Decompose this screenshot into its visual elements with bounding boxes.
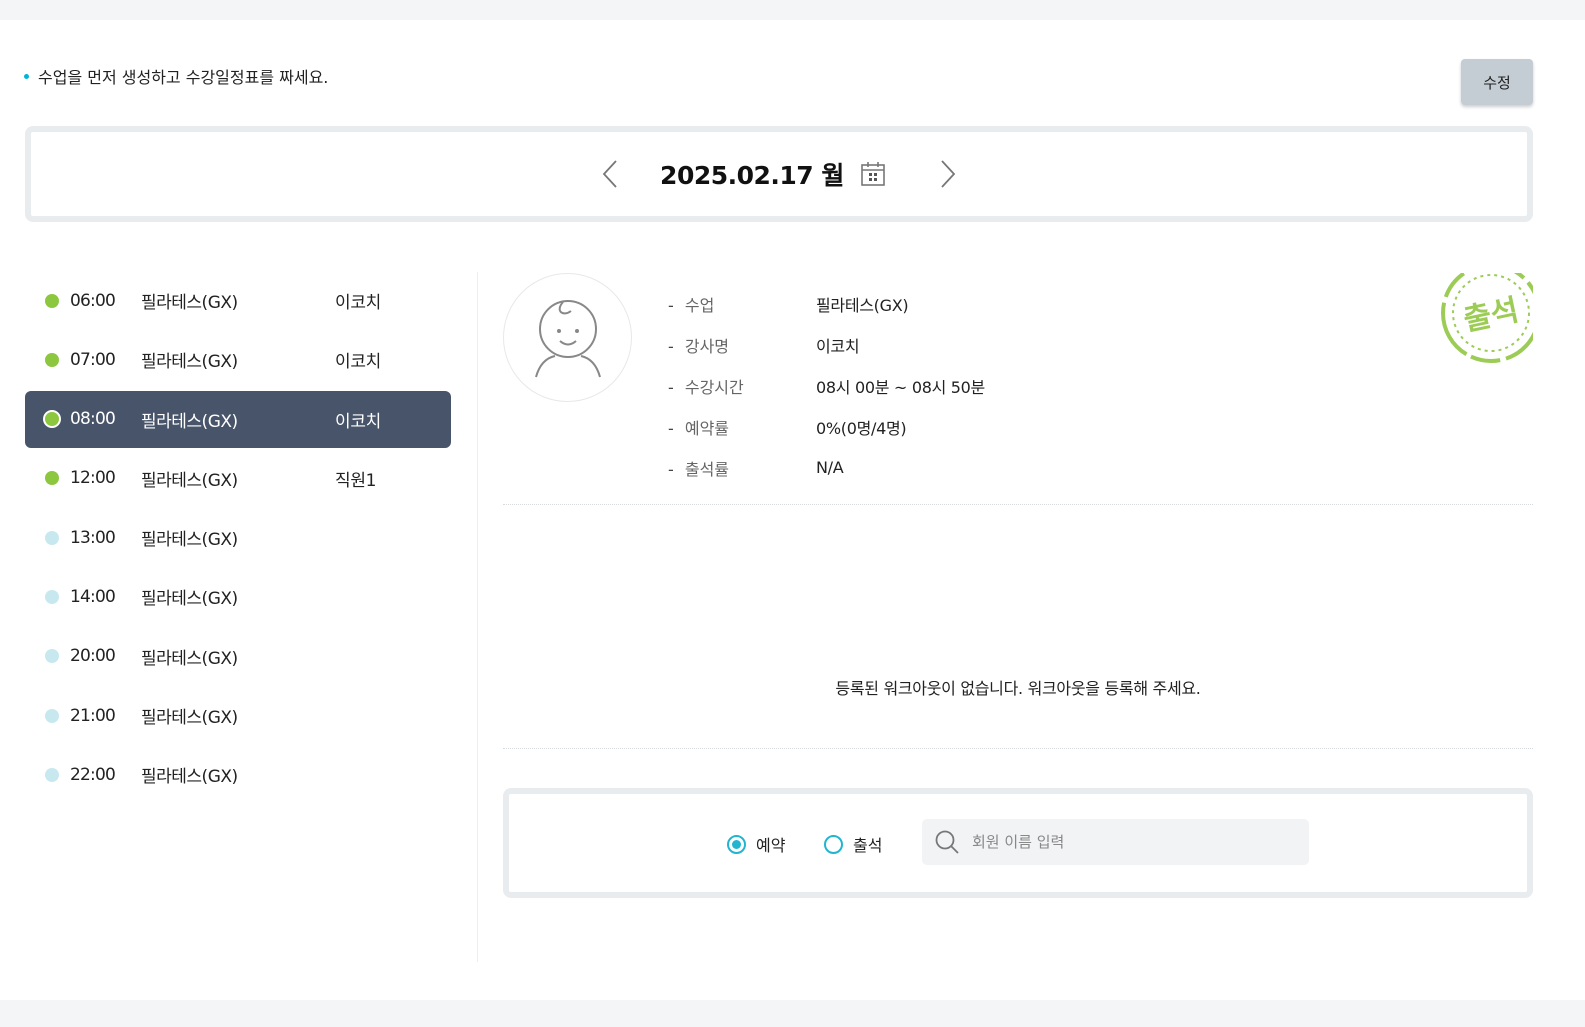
- date-navigator: 2025.02.17 월: [25, 126, 1533, 222]
- schedule-class: 필라테스(GX): [141, 293, 238, 313]
- schedule-row[interactable]: 08:00 필라테스(GX) 이코치: [25, 390, 451, 448]
- detail-value: N/A: [816, 458, 844, 477]
- detail-label: 수강시간: [668, 374, 816, 398]
- schedule-row[interactable]: 21:00 필라테스(GX): [25, 687, 451, 744]
- notice: 수업을 먼저 생성하고 수강일정표를 짜세요.: [24, 64, 328, 88]
- empty-workout-message: 등록된 워크아웃이 없습니다. 워크아웃을 등록해 주세요.: [835, 679, 1201, 698]
- schedule-class: 필라테스(GX): [141, 708, 238, 729]
- schedule-time: 12:00: [70, 468, 116, 489]
- detail-row: 출석률N/A: [668, 447, 985, 488]
- detail-label: 예약률: [668, 415, 816, 439]
- schedule-class: 필라테스(GX): [141, 589, 238, 610]
- next-day-chevron-icon[interactable]: [928, 154, 968, 194]
- detail-value: 이코치: [816, 336, 860, 356]
- schedule-time: 22:00: [70, 764, 116, 785]
- stamp-text: 출석: [1460, 293, 1521, 339]
- status-dot: [45, 352, 59, 367]
- attendance-stamp: 출석: [1433, 273, 1533, 365]
- section-divider-bottom: [503, 748, 1533, 749]
- instructor-avatar: [503, 273, 632, 402]
- schedule-class: 필라테스(GX): [141, 767, 238, 788]
- schedule-class: 필라테스(GX): [141, 530, 238, 551]
- schedule-time: 06:00: [70, 290, 116, 311]
- member-search-input[interactable]: [972, 833, 1292, 851]
- date-weekday: 월: [821, 161, 844, 190]
- radio-reserve-circle[interactable]: [727, 834, 746, 854]
- edit-button[interactable]: 수정: [1461, 59, 1533, 105]
- schedule-coach: 이코치: [335, 411, 382, 432]
- class-schedule-list: 06:00 필라테스(GX) 이코치 07:00 필라테스(GX) 이코치 08:00 필라테…: [25, 272, 451, 806]
- radio-reserve-label: 예약: [756, 836, 786, 855]
- status-dot: [45, 471, 59, 486]
- radio-attend[interactable]: 출석: [824, 832, 882, 856]
- schedule-time: 08:00: [70, 409, 116, 430]
- panel-divider: [477, 272, 478, 962]
- page-panel: 수업을 먼저 생성하고 수강일정표를 짜세요. 수정 2025.02.17 월: [0, 20, 1585, 1000]
- status-dot: [45, 412, 59, 427]
- avatar-face-icon: [534, 299, 601, 377]
- detail-label: 수업: [668, 292, 816, 316]
- schedule-coach: 직원1: [335, 470, 377, 491]
- status-dot: [45, 293, 59, 308]
- schedule-class: 필라테스(GX): [141, 470, 238, 491]
- schedule-coach: 이코치: [335, 352, 382, 373]
- section-divider-top: [503, 504, 1533, 505]
- schedule-row[interactable]: 07:00 필라테스(GX) 이코치: [25, 331, 451, 388]
- notice-bullet: [24, 73, 29, 79]
- status-dot: [45, 767, 59, 782]
- date-value: 2025.02.17: [660, 161, 814, 190]
- schedule-time: 07:00: [70, 349, 116, 370]
- class-detail-info: 수업필라테스(GX)강사명이코치수강시간08시 00분 ~ 08시 50분예약률…: [668, 283, 985, 488]
- status-dot: [45, 530, 59, 545]
- calendar-icon[interactable]: [858, 159, 888, 189]
- status-dot: [45, 589, 59, 604]
- detail-value: 0%(0명/4명): [816, 418, 907, 438]
- detail-row: 수업필라테스(GX): [668, 283, 985, 324]
- schedule-class: 필라테스(GX): [141, 648, 238, 669]
- schedule-time: 20:00: [70, 646, 116, 667]
- schedule-row[interactable]: 20:00 필라테스(GX): [25, 628, 451, 685]
- schedule-time: 14:00: [70, 586, 116, 607]
- schedule-row[interactable]: 14:00 필라테스(GX): [25, 568, 451, 625]
- member-search-field[interactable]: [922, 819, 1309, 865]
- detail-label: 강사명: [668, 333, 816, 357]
- schedule-class: 필라테스(GX): [141, 352, 238, 373]
- radio-attend-circle[interactable]: [824, 834, 843, 854]
- notice-text: 수업을 먼저 생성하고 수강일정표를 짜세요.: [38, 68, 329, 87]
- schedule-class: 필라테스(GX): [141, 411, 238, 432]
- detail-value: 필라테스(GX): [816, 295, 909, 315]
- schedule-time: 21:00: [70, 705, 116, 726]
- detail-row: 예약률0%(0명/4명): [668, 406, 985, 447]
- radio-attend-label: 출석: [853, 836, 883, 855]
- schedule-row[interactable]: 12:00 필라테스(GX) 직원1: [25, 450, 451, 507]
- detail-row: 수강시간08시 00분 ~ 08시 50분: [668, 365, 985, 406]
- schedule-coach: 이코치: [335, 293, 382, 313]
- search-icon: [922, 829, 972, 855]
- detail-label: 출석률: [668, 456, 816, 480]
- schedule-row[interactable]: 06:00 필라테스(GX) 이코치: [25, 272, 451, 329]
- prev-day-chevron-icon[interactable]: [590, 154, 630, 194]
- schedule-row[interactable]: 22:00 필라테스(GX): [25, 746, 451, 803]
- schedule-row[interactable]: 13:00 필라테스(GX): [25, 509, 451, 566]
- current-date: 2025.02.17 월: [660, 156, 844, 192]
- detail-row: 강사명이코치: [668, 324, 985, 365]
- schedule-time: 13:00: [70, 527, 116, 548]
- status-dot: [45, 649, 59, 664]
- status-dot: [45, 708, 59, 723]
- detail-value: 08시 00분 ~ 08시 50분: [816, 377, 985, 397]
- radio-reserve[interactable]: 예약: [727, 832, 785, 856]
- member-search-panel: 예약 출석: [503, 788, 1533, 898]
